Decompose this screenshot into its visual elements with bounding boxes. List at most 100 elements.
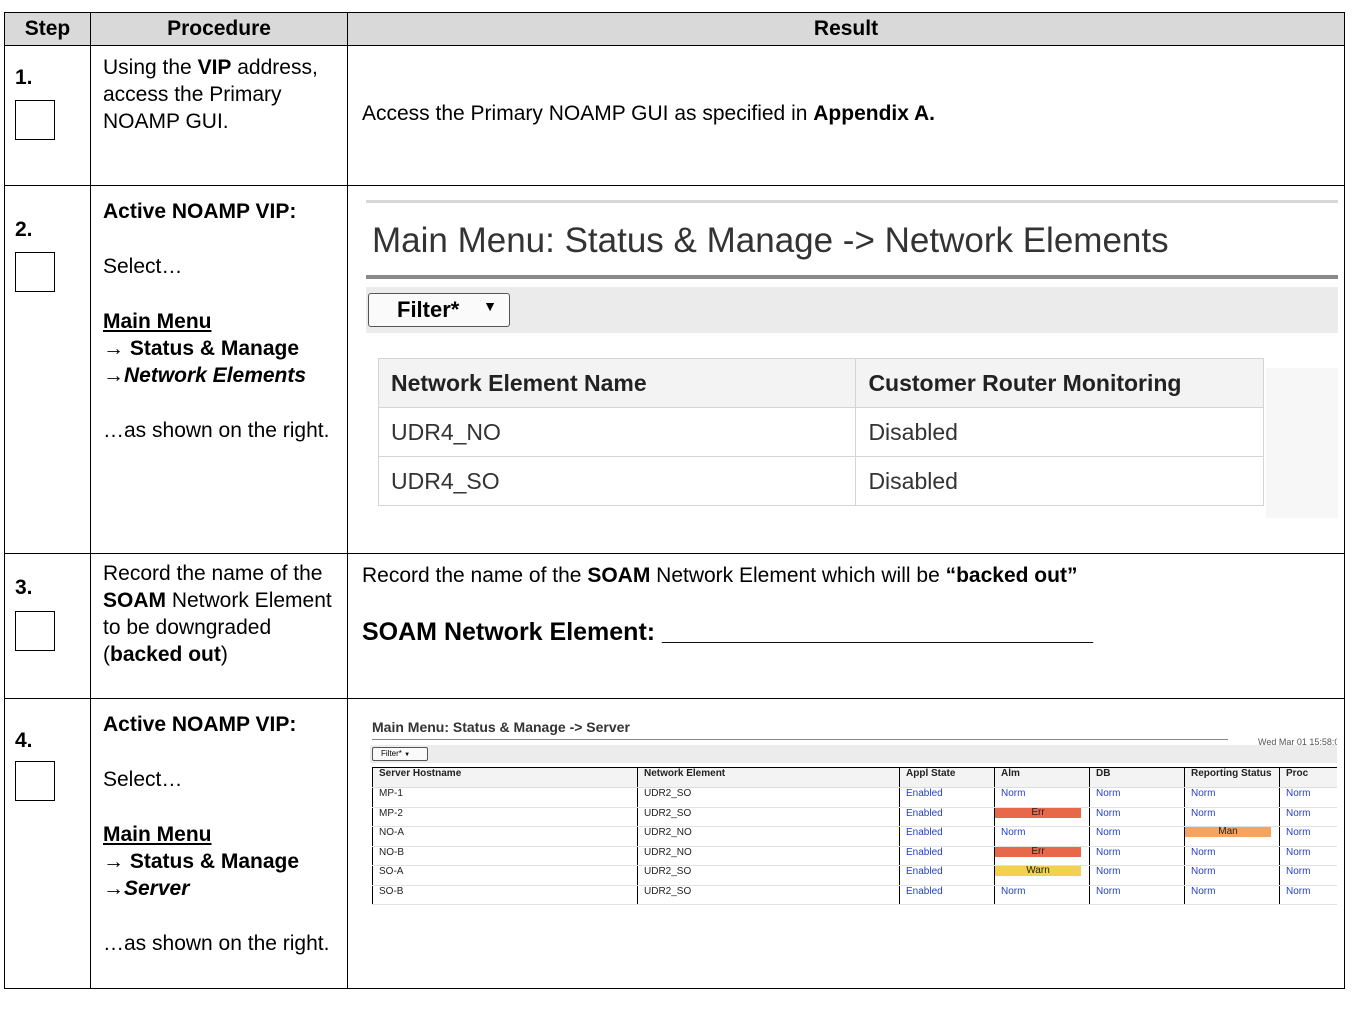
step-checkbox[interactable] — [15, 611, 55, 651]
step-number: 4. — [15, 729, 33, 752]
cell-proc[interactable]: Norm — [1279, 826, 1337, 847]
cell-alm[interactable]: Err — [994, 806, 1090, 827]
cell-appl-state[interactable]: Enabled — [899, 806, 995, 827]
cell-db[interactable]: Norm — [1089, 884, 1185, 905]
proc-bold: VIP — [197, 56, 232, 79]
cell-reporting-status[interactable]: Norm — [1184, 865, 1280, 886]
step-checkbox[interactable] — [15, 761, 55, 801]
cell-alm[interactable]: Warn — [994, 865, 1090, 886]
cell-appl-state[interactable]: Enabled — [899, 884, 995, 905]
header-procedure: Procedure — [90, 12, 348, 46]
table-header-row: Network Element Name Customer Router Mon… — [377, 358, 1264, 408]
table-row[interactable]: UDR4_NO Disabled — [377, 407, 1264, 457]
background-shade — [1266, 368, 1338, 518]
table-row[interactable]: MP-1 UDR2_SO Enabled Norm Norm Norm Norm — [372, 787, 1337, 808]
menu-path-server: →Server — [103, 877, 190, 900]
column-header-proc[interactable]: Proc — [1279, 767, 1337, 788]
step-row-2: 2. Active NOAMP VIP: Select… Main Menu →… — [4, 185, 1345, 554]
page-title: Main Menu: Status & Manage -> Server — [372, 719, 630, 735]
cell-reporting-status[interactable]: Norm — [1184, 845, 1280, 866]
result-text: Record the name of the SOAM Network Elem… — [362, 564, 1077, 588]
cell-db[interactable]: Norm — [1089, 806, 1185, 827]
result-cell-4: Main Menu: Status & Manage -> Server Wed… — [347, 698, 1345, 989]
cell-alm[interactable]: Norm — [994, 826, 1090, 847]
cell-db[interactable]: Norm — [1089, 845, 1185, 866]
status-badge: Err — [995, 846, 1081, 857]
proc-shown: …as shown on the right. — [103, 932, 330, 955]
cell-appl-state[interactable]: Enabled — [899, 787, 995, 808]
step-cell-1: 1. — [4, 45, 91, 186]
cell-proc[interactable]: Norm — [1279, 865, 1337, 886]
cell-alm[interactable]: Norm — [994, 787, 1090, 808]
divider — [366, 200, 1338, 203]
caret-down-icon: ▼ — [404, 752, 411, 758]
cell-proc[interactable]: Norm — [1279, 845, 1337, 866]
procedure-cell-1: Using the VIP address, access the Primar… — [90, 45, 348, 186]
cell-proc[interactable]: Norm — [1279, 806, 1337, 827]
cell-db[interactable]: Norm — [1089, 787, 1185, 808]
cell-monitoring: Disabled — [855, 407, 1264, 457]
cell-proc[interactable]: Norm — [1279, 884, 1337, 905]
appendix-link-text: Appendix A. — [813, 102, 935, 125]
procedure-cell-2: Active NOAMP VIP: Select… Main Menu → St… — [90, 185, 348, 554]
proc-heading: Active NOAMP VIP: — [103, 200, 297, 223]
proc-text: Using the — [103, 56, 198, 79]
cell-appl-state[interactable]: Enabled — [899, 826, 995, 847]
table-row[interactable]: MP-2 UDR2_SO Enabled Err Norm Norm Norm — [372, 806, 1337, 827]
proc-text: Record the name of the — [103, 562, 323, 585]
cell-db[interactable]: Norm — [1089, 865, 1185, 886]
cell-reporting-status[interactable]: Norm — [1184, 787, 1280, 808]
filter-bar: Filter* ▼ — [370, 745, 1337, 763]
filter-label: Filter* — [381, 749, 402, 758]
cell-monitoring: Disabled — [855, 456, 1264, 506]
filter-button[interactable]: Filter* ▼ — [368, 293, 510, 327]
cell-alm[interactable]: Norm — [994, 884, 1090, 905]
server-status-screenshot: Main Menu: Status & Manage -> Server Wed… — [362, 707, 1337, 937]
column-header-network-element[interactable]: Network Element — [637, 767, 900, 788]
filter-button[interactable]: Filter* ▼ — [372, 747, 428, 761]
cell-ne-name: UDR4_NO — [377, 407, 857, 457]
soam-ne-entry-line[interactable]: SOAM Network Element: __________________… — [362, 618, 1093, 647]
result-text-plain: Access the Primary NOAMP GUI as specifie… — [362, 102, 814, 125]
cell-proc[interactable]: Norm — [1279, 787, 1337, 808]
column-header-alm[interactable]: Alm — [994, 767, 1090, 788]
cell-reporting-status[interactable]: Norm — [1184, 884, 1280, 905]
header-step: Step — [4, 12, 91, 46]
column-header-appl-state[interactable]: Appl State — [899, 767, 995, 788]
table-header-row: Step Procedure Result — [4, 12, 1345, 46]
step-checkbox[interactable] — [15, 252, 55, 292]
table-row[interactable]: SO-B UDR2_SO Enabled Norm Norm Norm Norm — [372, 884, 1337, 905]
cell-hostname: SO-A — [372, 865, 638, 886]
column-header-reporting-status[interactable]: Reporting Status — [1184, 767, 1280, 788]
column-header-server-hostname[interactable]: Server Hostname — [372, 767, 638, 788]
cell-db[interactable]: Norm — [1089, 826, 1185, 847]
cell-alm[interactable]: Err — [994, 845, 1090, 866]
procedure-cell-3: Record the name of the SOAM Network Elem… — [90, 553, 348, 699]
menu-link-main-menu: Main Menu — [103, 823, 212, 846]
server-table-body: MP-1 UDR2_SO Enabled Norm Norm Norm Norm MP-2 UD… — [372, 787, 1337, 905]
column-header-customer-router-monitoring[interactable]: Customer Router Monitoring — [855, 358, 1264, 408]
table-row[interactable]: SO-A UDR2_SO Enabled Warn Norm Norm Norm — [372, 865, 1337, 886]
divider — [372, 739, 1228, 740]
step-checkbox[interactable] — [15, 100, 55, 140]
step-number: 3. — [15, 576, 33, 599]
proc-bold: SOAM — [103, 589, 166, 612]
menu-path-network-elements: →Network Elements — [103, 364, 307, 387]
step-row-1: 1. Using the VIP address, access the Pri… — [4, 45, 1345, 186]
proc-select: Select… — [103, 768, 183, 791]
cell-appl-state[interactable]: Enabled — [899, 865, 995, 886]
column-header-db[interactable]: DB — [1089, 767, 1185, 788]
divider — [366, 275, 1338, 279]
step-cell-4: 4. — [4, 698, 91, 989]
table-row[interactable]: UDR4_SO Disabled — [377, 456, 1264, 506]
result-bold: “backed out” — [945, 564, 1078, 587]
cell-hostname: NO-A — [372, 826, 638, 847]
table-row[interactable]: NO-B UDR2_NO Enabled Err Norm Norm Norm — [372, 845, 1337, 866]
cell-appl-state[interactable]: Enabled — [899, 845, 995, 866]
column-header-network-element-name[interactable]: Network Element Name — [377, 358, 857, 408]
cell-reporting-status[interactable]: Man — [1184, 826, 1280, 847]
cell-reporting-status[interactable]: Norm — [1184, 806, 1280, 827]
step-cell-3: 3. — [4, 553, 91, 699]
status-badge: Warn — [995, 866, 1081, 876]
table-row[interactable]: NO-A UDR2_NO Enabled Norm Norm Man Norm — [372, 826, 1337, 847]
